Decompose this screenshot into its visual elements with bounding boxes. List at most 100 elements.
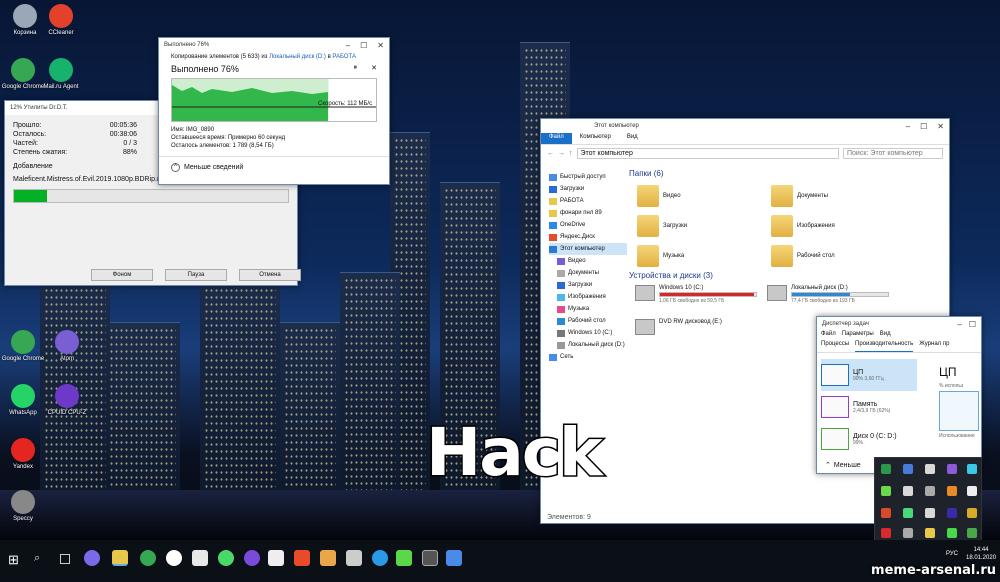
copy-progress-window[interactable]: Выполнено 76% – ☐ ✕ Копирование элементов … (158, 37, 390, 185)
task-view-icon[interactable] (60, 554, 70, 564)
folder-item[interactable]: Рабочий стол (771, 245, 835, 267)
drive-item[interactable]: DVD RW дисковод (E:) (635, 319, 722, 335)
desktop-icon[interactable]: Speccy (0, 490, 46, 523)
menu-item[interactable]: Параметры (842, 331, 874, 341)
desktop-icon[interactable]: CPUID CPU-Z (44, 384, 90, 417)
language-indicator[interactable]: РУС (946, 551, 958, 557)
taskmgr-tab[interactable]: Журнал пр (919, 341, 949, 352)
file-explorer-icon[interactable] (112, 550, 128, 566)
tray-app-icon[interactable] (903, 464, 913, 474)
ribbon-tab[interactable]: Компьютер (572, 133, 619, 144)
app-icon[interactable] (396, 550, 412, 566)
ribbon-tab[interactable]: Файл (541, 133, 572, 144)
dialog-button[interactable]: Отмена (239, 269, 301, 281)
folder-item[interactable]: Документы (771, 185, 828, 207)
skype-icon[interactable] (372, 550, 388, 566)
media-player-icon[interactable] (192, 550, 208, 566)
less-details-toggle[interactable]: ^ Меньше сведений (159, 156, 389, 178)
app-icon[interactable] (422, 550, 438, 566)
nav-item[interactable]: Яндекс.Диск (549, 231, 627, 243)
desktop-icon[interactable]: Google Chrome (0, 330, 46, 363)
resource-item[interactable]: Память 2,4/3,9 ГБ (62%) (821, 391, 917, 423)
nav-item[interactable]: Документы (549, 267, 627, 279)
tray-app-icon[interactable] (947, 508, 957, 518)
tray-app-icon[interactable] (967, 508, 977, 518)
ccleaner-icon[interactable] (294, 550, 310, 566)
tray-app-icon[interactable] (967, 464, 977, 474)
app-icon[interactable] (446, 550, 462, 566)
forward-arrow-icon[interactable]: → (558, 150, 565, 157)
tray-app-icon[interactable] (947, 464, 957, 474)
folder-item[interactable]: Музыка (637, 245, 684, 267)
task-manager-window[interactable]: Диспетчер задач – ☐ Файл Параметры Вид Проц… (816, 316, 982, 474)
folder-item[interactable]: Изображения (771, 215, 835, 237)
nav-item[interactable]: Загрузки (549, 279, 627, 291)
minimize-icon[interactable]: – (346, 41, 350, 50)
nav-item[interactable]: Этот компьютер (549, 243, 627, 255)
app-icon[interactable] (320, 550, 336, 566)
desktop-icon[interactable]: Yandex (0, 438, 46, 471)
nav-item[interactable]: Изображения (549, 291, 627, 303)
nav-item[interactable]: фонари пнл 89 (549, 207, 627, 219)
ribbon-tab[interactable]: Вид (619, 133, 646, 144)
volume-icon[interactable] (903, 528, 913, 538)
search-icon[interactable]: ⌕ (34, 552, 40, 565)
tray-app-icon[interactable] (947, 486, 957, 496)
yandex-browser-icon[interactable] (166, 550, 182, 566)
desktop-icon[interactable]: WhatsApp (0, 384, 46, 417)
chrome-icon[interactable] (140, 550, 156, 566)
tray-app-icon[interactable] (967, 528, 977, 538)
cancel-icon[interactable]: ✕ (371, 64, 377, 74)
nav-item[interactable]: Загрузки (549, 183, 627, 195)
pause-icon[interactable]: ⏸ (354, 64, 358, 74)
back-arrow-icon[interactable]: ← (547, 150, 554, 157)
tray-app-icon[interactable] (947, 528, 957, 538)
whatsapp-icon[interactable] (218, 550, 234, 566)
nav-item[interactable]: Сеть (549, 351, 627, 363)
tray-app-icon[interactable] (881, 528, 891, 538)
maximize-icon[interactable]: ☐ (969, 320, 976, 329)
app-icon[interactable] (346, 550, 362, 566)
tray-app-icon[interactable] (925, 464, 935, 474)
folder-item[interactable]: Видео (637, 185, 681, 207)
windows-start-icon[interactable]: ⊞ (8, 552, 19, 568)
minimize-icon[interactable]: – (957, 320, 961, 329)
taskmgr-titlebar[interactable]: Диспетчер задач – ☐ (817, 317, 981, 331)
drive-item[interactable]: Локальный диск (D:) 77,4 ГБ свободно из 1… (767, 285, 889, 304)
taskmgr-tab[interactable]: Процессы (821, 341, 849, 352)
dialog-button[interactable]: Фоном (91, 269, 153, 281)
minimize-icon[interactable]: – (906, 122, 910, 131)
address-bar[interactable]: Этот компьютер (576, 148, 839, 159)
tray-app-icon[interactable] (881, 486, 891, 496)
maximize-icon[interactable]: ☐ (360, 41, 367, 50)
tray-app-icon[interactable] (967, 486, 977, 496)
menu-item[interactable]: Файл (821, 331, 836, 341)
nav-item[interactable]: OneDrive (549, 219, 627, 231)
alice-icon[interactable] (84, 550, 100, 566)
destination-link[interactable]: РАБОТА (332, 54, 356, 60)
close-icon[interactable]: ✕ (377, 41, 384, 50)
tray-app-icon[interactable] (903, 508, 913, 518)
nav-item[interactable]: Быстрый доступ (549, 171, 627, 183)
nav-item[interactable]: Музыка (549, 303, 627, 315)
desktop-icon[interactable]: Mail.ru Agent (38, 58, 84, 91)
taskmgr-tab[interactable]: Производительность (855, 341, 914, 352)
close-icon[interactable]: ✕ (937, 122, 944, 131)
dialog-button[interactable]: Пауза (165, 269, 227, 281)
explorer-titlebar[interactable]: Этот компьютер – ☐ ✕ (541, 119, 949, 133)
nav-item[interactable]: Видео (549, 255, 627, 267)
tray-app-icon[interactable] (903, 486, 913, 496)
nav-item[interactable]: Windows 10 (C:) (549, 327, 627, 339)
nav-item[interactable]: Локальный диск (D:) (549, 339, 627, 351)
tray-app-icon[interactable] (881, 508, 891, 518)
nav-item[interactable]: Рабочий стол (549, 315, 627, 327)
desktop-icon[interactable]: CCleaner (38, 4, 84, 37)
copy-titlebar[interactable]: Выполнено 76% – ☐ ✕ (159, 38, 389, 52)
up-arrow-icon[interactable]: ↑ (569, 150, 573, 157)
tray-app-icon[interactable] (925, 528, 935, 538)
search-box[interactable]: Поиск: Этот компьютер (843, 148, 943, 159)
less-details-button[interactable]: ⌃ Меньше (825, 461, 861, 470)
tray-app-icon[interactable] (925, 486, 935, 496)
source-link[interactable]: Локальный диск (D:) (269, 54, 326, 60)
folder-item[interactable]: Загрузки (637, 215, 687, 237)
